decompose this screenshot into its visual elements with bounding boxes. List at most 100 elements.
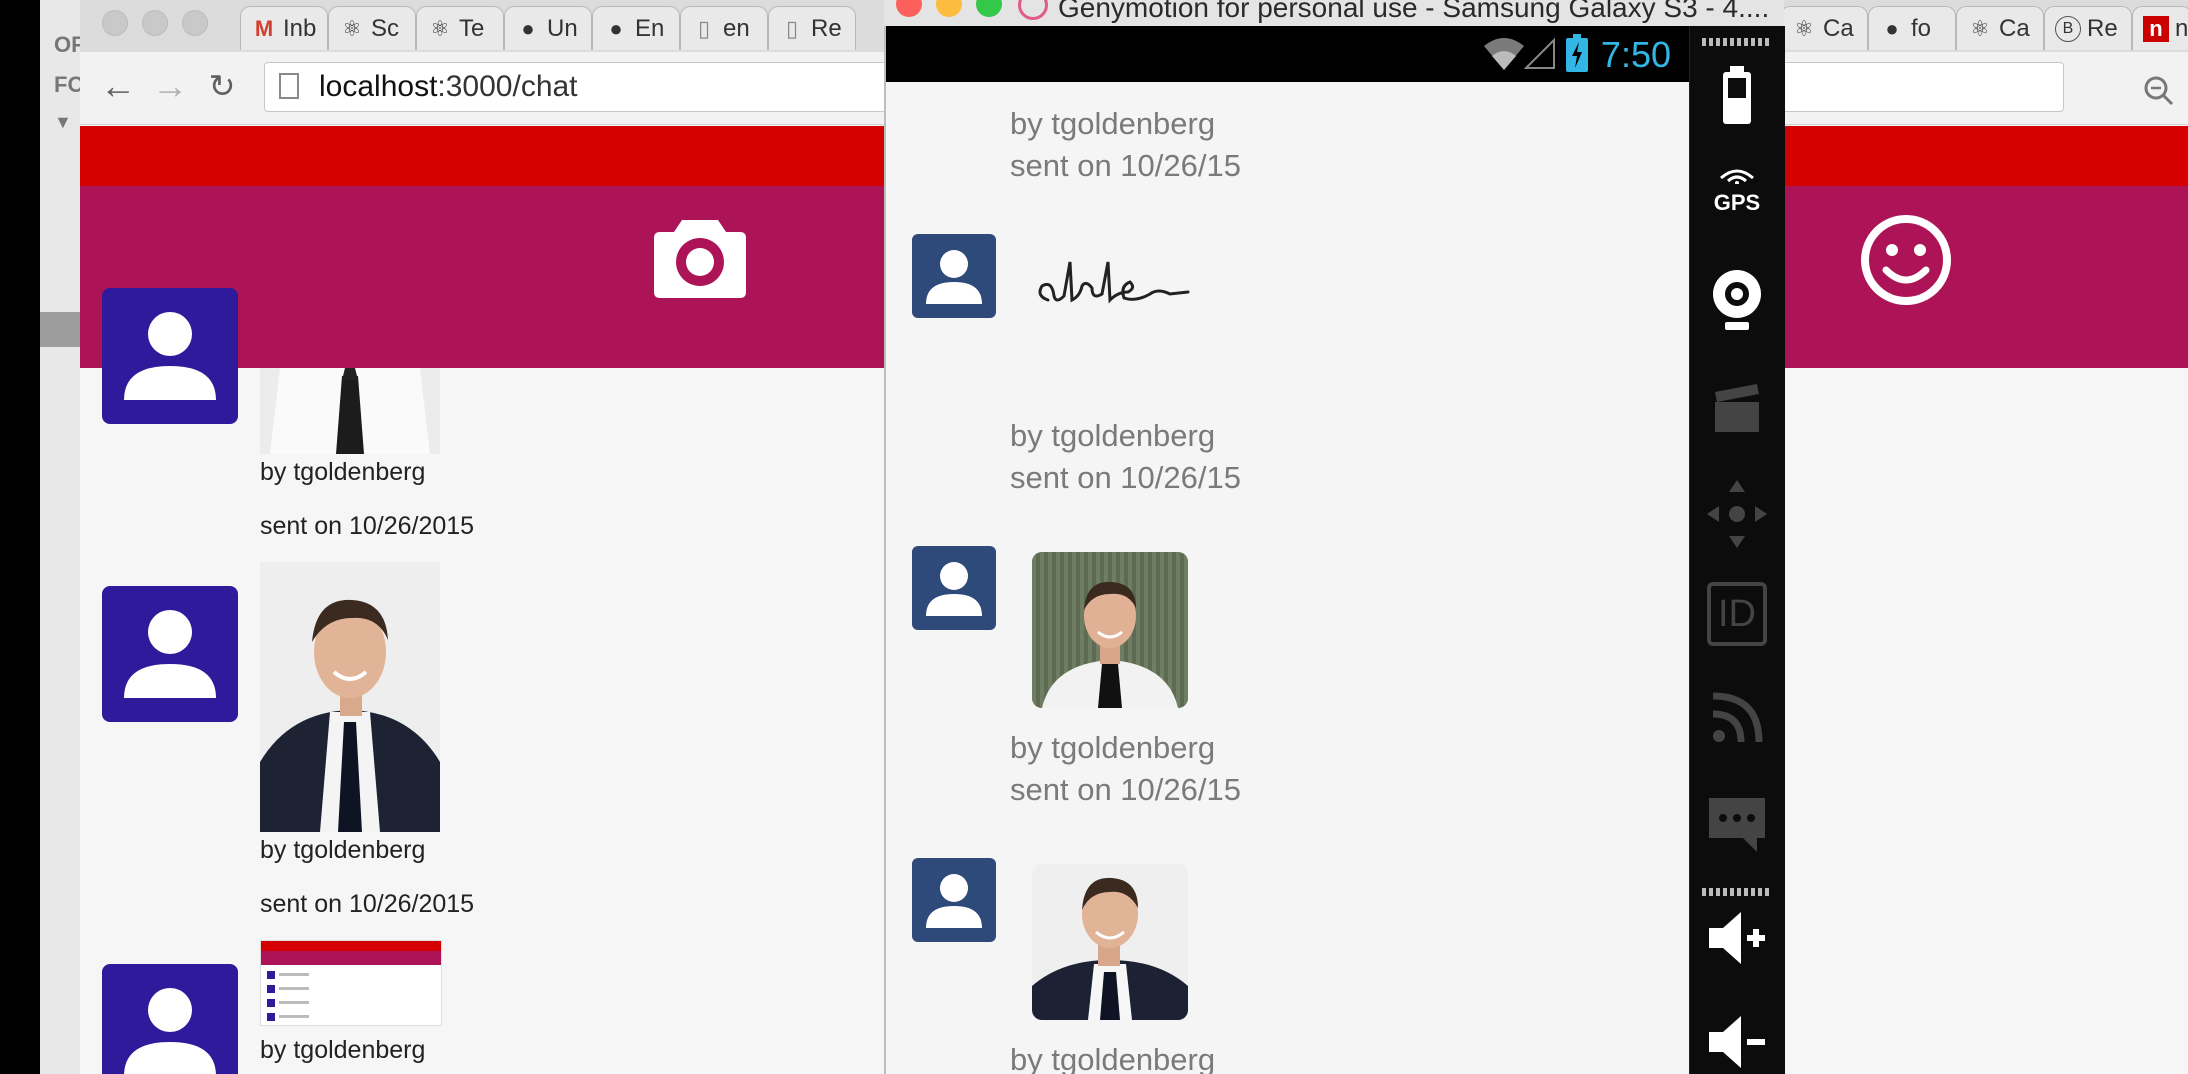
zoom-window-button[interactable]	[976, 0, 1002, 17]
message-image[interactable]	[260, 368, 440, 454]
page-document-icon	[279, 73, 299, 99]
tab-title: Inb	[283, 14, 317, 42]
mobile-chat-list: by tgoldenberg sent on 10/26/15 by tgold…	[886, 82, 1689, 1074]
react-icon: ⚛	[430, 15, 450, 41]
desktop-disclosure-arrow[interactable]: ▼	[54, 112, 72, 133]
tab-title: Un	[547, 14, 578, 42]
avatar	[102, 964, 238, 1074]
url-text: localhost:3000/chat	[319, 70, 578, 104]
browser-tab[interactable]: ⚛ Te	[416, 6, 504, 50]
volume-down-icon[interactable]	[1705, 1010, 1769, 1074]
message-timestamp: sent on 10/26/2015	[260, 890, 475, 918]
browser-tab[interactable]: ● Un	[504, 6, 592, 50]
npm-icon: n	[2143, 15, 2169, 42]
sms-icon[interactable]	[1705, 792, 1769, 856]
tab-title: Ca	[1999, 14, 2030, 42]
device-id-icon[interactable]: ID	[1707, 582, 1767, 646]
message-image[interactable]	[1032, 864, 1188, 1020]
message-author: by tgoldenberg	[1010, 106, 1216, 141]
document-icon: ▯	[785, 15, 799, 41]
browser-tab[interactable]: M Inb	[240, 6, 328, 50]
minimize-window-button[interactable]	[936, 0, 962, 17]
message-timestamp: sent on 10/26/15	[1010, 148, 1241, 183]
message-author: by tgoldenberg	[260, 1036, 426, 1064]
message-image[interactable]	[260, 562, 440, 832]
browser-tab[interactable]: ⚛ Sc	[328, 6, 416, 50]
dpad-icon[interactable]	[1705, 476, 1769, 552]
browser-tab[interactable]: ▯ en	[680, 6, 768, 50]
bootstrap-icon: B	[2055, 15, 2081, 42]
browser-tab[interactable]: ▯ Re	[768, 6, 856, 50]
wifi-icon	[1484, 38, 1524, 70]
avatar	[102, 586, 238, 722]
message-author: by tgoldenberg	[1010, 730, 1216, 765]
tab-title: En	[635, 14, 665, 42]
message-timestamp: sent on 10/26/15	[1010, 460, 1241, 495]
close-window-button[interactable]	[102, 10, 128, 36]
tab-title: Ca	[1823, 14, 1854, 42]
tab-title: Re	[811, 14, 842, 42]
smiley-icon[interactable]	[1860, 214, 1952, 306]
status-time: 7:50	[1600, 34, 1671, 75]
tab-title: Re	[2087, 14, 2118, 42]
gps-label: GPS	[1713, 190, 1761, 215]
message-image-signature[interactable]	[1032, 252, 1192, 322]
url-host: localhost	[319, 70, 438, 103]
message-timestamp: sent on 10/26/2015	[260, 512, 475, 540]
reload-icon[interactable]: ↻	[200, 64, 244, 108]
video-capture-icon[interactable]	[1705, 376, 1769, 440]
browser-tab[interactable]: ⚛ Ca	[1956, 6, 2044, 50]
emulator-sidebar: GPS ID	[1689, 26, 1785, 1074]
emulator-title-bar: Genymotion for personal use - Samsung Ga…	[884, 0, 1784, 27]
avatar	[912, 858, 996, 942]
genymotion-logo-icon	[1018, 0, 1048, 20]
avatar	[102, 288, 238, 424]
window-title: Genymotion for personal use - Samsung Ga…	[1058, 0, 1770, 23]
document-icon: ▯	[697, 15, 711, 41]
android-status-bar: 7:50	[886, 26, 1689, 82]
webcam-icon[interactable]	[1705, 266, 1769, 336]
zoom-magnifier-icon[interactable]	[2142, 74, 2176, 108]
sidebar-grip	[1702, 38, 1772, 46]
react-icon: ⚛	[1970, 15, 1990, 41]
back-arrow-icon[interactable]: ←	[96, 64, 140, 108]
browser-tab[interactable]: B Re	[2044, 6, 2132, 50]
battery-charging-icon	[1566, 34, 1588, 72]
tab-title: n	[2175, 14, 2188, 42]
forward-arrow-icon[interactable]: →	[148, 64, 192, 108]
browser-tab[interactable]: ● fo	[1868, 6, 1956, 50]
message-timestamp: sent on 10/26/15	[1010, 772, 1241, 807]
message-image[interactable]	[1032, 552, 1188, 708]
network-icon[interactable]	[1705, 686, 1769, 750]
react-icon: ⚛	[342, 15, 362, 41]
browser-tab[interactable]: ⚛ Ca	[1780, 6, 1868, 50]
tab-title: Te	[459, 14, 485, 42]
react-icon: ⚛	[1794, 15, 1814, 41]
avatar	[912, 234, 996, 318]
tab-title: en	[723, 14, 750, 42]
github-icon: ●	[609, 15, 623, 41]
avatar	[912, 546, 996, 630]
close-window-button[interactable]	[896, 0, 922, 17]
gps-icon[interactable]: GPS	[1705, 164, 1769, 216]
message-author: by tgoldenberg	[260, 458, 426, 486]
emulator-window: Genymotion for personal use - Samsung Ga…	[884, 0, 1785, 1074]
message-author: by tgoldenberg	[1010, 1042, 1216, 1074]
browser-tab[interactable]: ● En	[592, 6, 680, 50]
battery-icon[interactable]	[1705, 62, 1769, 126]
url-path: :3000/chat	[437, 70, 578, 103]
tab-title: Sc	[371, 14, 400, 42]
message-author: by tgoldenberg	[260, 836, 426, 864]
github-icon: ●	[1885, 15, 1899, 41]
camera-icon[interactable]	[654, 214, 746, 298]
gmail-icon: M	[254, 15, 274, 41]
github-icon: ●	[521, 15, 535, 41]
signal-icon	[1524, 37, 1555, 69]
message-image-screenshot[interactable]	[260, 940, 442, 1026]
browser-tab[interactable]: n n	[2132, 6, 2188, 50]
minimize-window-button[interactable]	[142, 10, 168, 36]
zoom-window-button[interactable]	[182, 10, 208, 36]
message-author: by tgoldenberg	[1010, 418, 1216, 453]
sidebar-grip	[1702, 888, 1772, 896]
volume-up-icon[interactable]	[1705, 906, 1769, 970]
